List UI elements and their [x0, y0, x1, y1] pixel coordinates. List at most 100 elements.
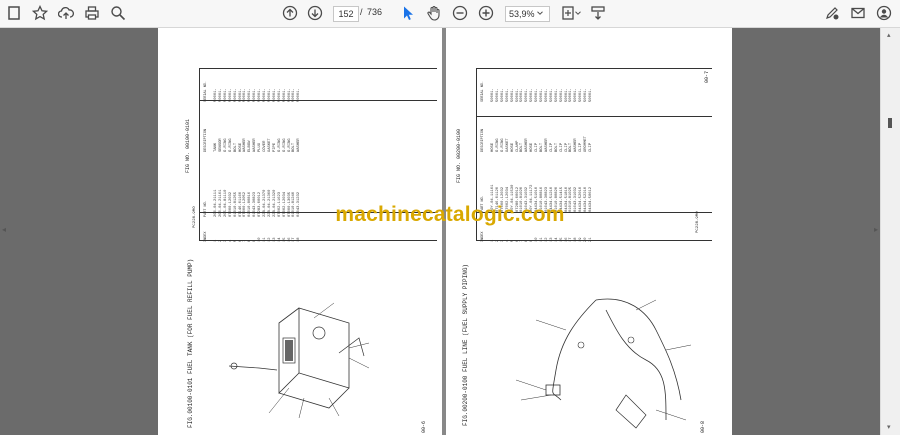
- table-cell: 21: [589, 237, 593, 242]
- table-cell: 10: [258, 237, 263, 242]
- table-cell: 50001-: [272, 88, 277, 102]
- table-cell: 2: [495, 239, 500, 242]
- table-cell: 50001-: [223, 88, 228, 102]
- table-cell: BOLT: [554, 142, 559, 152]
- table-cell: 50001-: [495, 88, 500, 102]
- table-cell: 13: [549, 237, 554, 242]
- table-cell: 50001-: [559, 88, 564, 102]
- table-cell: 50001-: [263, 88, 267, 102]
- upload-cloud-icon[interactable]: [56, 3, 76, 23]
- table-cell: 50001-: [297, 88, 302, 102]
- table-cell: O-RING: [228, 138, 233, 152]
- footer-code: 00-8: [700, 420, 706, 433]
- table-cell: GROMMET: [584, 136, 589, 152]
- table-cell: BOLT: [233, 142, 238, 152]
- bookmark-star-icon[interactable]: [30, 3, 50, 23]
- table-cell: HOSE: [510, 142, 515, 152]
- page-up-icon[interactable]: [280, 3, 300, 23]
- table-cell: 15: [282, 237, 287, 242]
- table-cell: O-RING: [500, 138, 505, 152]
- fuel-line-drawing: [515, 298, 692, 429]
- table-cell: 1: [491, 239, 495, 242]
- table-header: SERIAL NO.: [481, 80, 485, 102]
- table-cell: 3: [223, 239, 228, 242]
- table-cell: 50001-: [500, 88, 505, 102]
- fig-header: FIG NO. 00200-0100: [456, 128, 462, 183]
- table-cell: 15: [559, 237, 564, 242]
- workspace-left: [0, 28, 158, 435]
- page-total: 736: [367, 7, 383, 17]
- workspace-right: [732, 28, 880, 435]
- table-cell: HOSE: [491, 142, 495, 152]
- table-cell: 50001-: [544, 88, 549, 102]
- scroll-thumb[interactable]: [888, 118, 892, 128]
- page-separator: /: [360, 7, 363, 17]
- table-cell: 50001-: [277, 88, 282, 102]
- table-cell: CLIP: [549, 142, 554, 152]
- fig-title: FIG.00200-0100 FUEL LINE (FUEL SUPPLY PI…: [462, 263, 469, 426]
- table-cell: PIPE: [272, 142, 277, 152]
- fig-header: FIG NO. 00100-0101: [185, 118, 191, 173]
- watermark-text: machinecatalogic.com: [335, 203, 565, 226]
- chevron-down-icon[interactable]: [573, 3, 583, 23]
- table-cell: 50001-: [258, 88, 263, 102]
- mail-icon[interactable]: [848, 3, 868, 23]
- account-icon[interactable]: [874, 3, 894, 23]
- print-icon[interactable]: [82, 3, 102, 23]
- table-cell: 50001-: [505, 88, 510, 102]
- table-cell: 11: [263, 237, 267, 242]
- pdf-toolbar: 152 / 736 53,9%: [0, 0, 900, 28]
- chevron-down-icon[interactable]: [535, 3, 545, 23]
- vertical-scrollbar[interactable]: ▴ ▾: [880, 28, 900, 435]
- table-cell: 3: [500, 239, 505, 242]
- table-cell: 4: [505, 239, 510, 242]
- pdf-page-left: FIG NO. 00100-0101 PC228-9MO INDEX PART N…: [159, 28, 442, 435]
- scroll-down-icon[interactable]: ▾: [887, 423, 891, 431]
- table-cell: 50001-: [233, 88, 238, 102]
- zoom-in-icon[interactable]: [476, 3, 496, 23]
- table-cell: 14: [554, 237, 559, 242]
- fig-title: FIG.00100-0101 FUEL TANK (FOR FUEL REFIL…: [187, 258, 194, 428]
- table-cell: 50001-: [549, 88, 554, 102]
- table-cell: 50001-: [584, 88, 589, 102]
- table-cell: GASKET: [505, 138, 510, 152]
- home-icon[interactable]: [4, 3, 24, 23]
- scroll-mode-icon[interactable]: [588, 3, 608, 23]
- table-cell: 50001-: [491, 88, 495, 102]
- table-cell: 13: [272, 237, 277, 242]
- table-cell: 20: [584, 237, 589, 242]
- select-cursor-icon[interactable]: [398, 3, 418, 23]
- scroll-up-icon[interactable]: ▴: [887, 31, 891, 39]
- table-header: SERIAL NO.: [204, 80, 208, 102]
- table-cell: PLUG: [258, 142, 263, 152]
- table-cell: BOLT: [540, 142, 544, 152]
- zoom-out-icon[interactable]: [450, 3, 470, 23]
- table-cell: O-RING: [277, 138, 282, 152]
- table-cell: 4: [228, 239, 233, 242]
- hand-tool-icon[interactable]: [424, 3, 444, 23]
- table-cell: 12: [267, 237, 272, 242]
- table-cell: O-RING: [282, 138, 287, 152]
- table-cell: GASKET: [267, 138, 272, 152]
- table-cell: 18: [297, 237, 302, 242]
- table-cell: 50001-: [214, 88, 218, 102]
- table-cell: 2: [218, 239, 223, 242]
- table-cell: COVER: [263, 140, 267, 152]
- table-cell: O-RING: [495, 138, 500, 152]
- table-header: DESCRIPTION: [481, 128, 485, 152]
- table-cell: 50001-: [535, 88, 540, 102]
- table-cell: 5: [233, 239, 238, 242]
- zoom-magnifier-icon[interactable]: [108, 3, 128, 23]
- pdf-page-right: FIG NO. 00200-0100 PC228-9MO 00-7 INDEX P…: [446, 28, 732, 435]
- table-cell: 50001-: [589, 88, 593, 102]
- page-number-input[interactable]: 152: [333, 6, 359, 22]
- page-down-icon[interactable]: [305, 3, 325, 23]
- table-cell: WASHER: [544, 138, 549, 152]
- fuel-tank-drawing: [228, 302, 370, 419]
- table-cell: WASHER: [297, 138, 302, 152]
- table-header: INDEX: [204, 231, 208, 242]
- table-cell: 11: [540, 237, 544, 242]
- table-cell: 14: [277, 237, 282, 242]
- sign-pen-icon[interactable]: [822, 3, 842, 23]
- table-cell: CLIP: [559, 142, 564, 152]
